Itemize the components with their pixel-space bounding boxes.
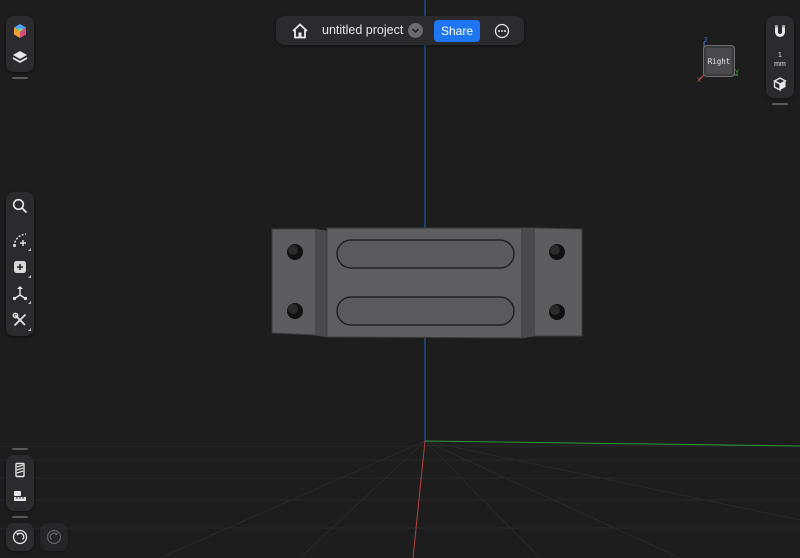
3d-viewport[interactable] <box>0 0 800 558</box>
share-button[interactable]: Share <box>434 20 480 42</box>
divider <box>12 448 28 450</box>
top-bar: untitled project Share <box>276 16 524 45</box>
view-cube-icon[interactable] <box>768 72 792 96</box>
divider <box>12 516 28 518</box>
redo-icon[interactable] <box>42 525 66 549</box>
app-logo-icon[interactable] <box>8 19 32 43</box>
search-icon[interactable] <box>8 194 32 218</box>
magnet-icon[interactable] <box>768 19 792 43</box>
z-axis-label: Z <box>704 38 708 44</box>
chevron-down-icon[interactable] <box>408 23 423 38</box>
undo-button[interactable] <box>6 523 34 551</box>
project-name[interactable]: untitled project <box>322 23 403 37</box>
measure-icon[interactable] <box>8 484 32 508</box>
right-toolbar: 1 mm <box>766 16 794 98</box>
home-icon[interactable] <box>288 19 312 43</box>
transform-icon[interactable] <box>8 281 32 305</box>
add-primitive-icon[interactable] <box>8 255 32 279</box>
units-value: 1 <box>778 52 782 59</box>
y-axis-label: Y <box>735 70 739 76</box>
divider <box>12 77 28 79</box>
ground-grid <box>0 440 800 558</box>
more-options-icon[interactable] <box>490 19 514 43</box>
y-axis-line <box>424 440 800 447</box>
3d-model-bracket[interactable] <box>271 227 583 339</box>
top-left-toolbar <box>6 16 34 72</box>
layers-icon[interactable] <box>8 45 32 69</box>
left-main-toolbar <box>6 192 34 336</box>
x-axis-label: X <box>697 78 701 84</box>
part-history-icon[interactable] <box>8 458 32 482</box>
tools-icon[interactable] <box>8 308 32 332</box>
units-selector[interactable]: 1 mm <box>766 46 794 72</box>
view-cube-face-right[interactable]: Right <box>703 45 735 77</box>
units-label: mm <box>774 61 786 68</box>
sketch-icon[interactable] <box>8 228 32 252</box>
redo-button[interactable] <box>40 523 68 551</box>
divider <box>772 103 788 105</box>
left-bottom-toolbar <box>6 455 34 511</box>
undo-icon[interactable] <box>8 525 32 549</box>
